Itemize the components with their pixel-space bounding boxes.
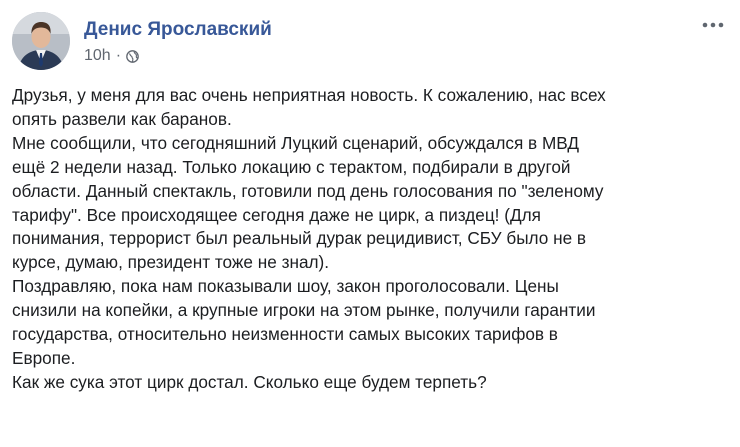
author-name[interactable]: Денис Ярославский <box>84 19 272 41</box>
meta-separator: · <box>115 47 122 64</box>
post-text-line: снизили на копейки, а крупные игроки на … <box>12 300 596 321</box>
more-options-button[interactable] <box>698 14 728 36</box>
post-text-line: курсе, думаю, президент тоже не знал). <box>12 252 330 273</box>
post-text: Друзья, у меня для вас очень неприятная … <box>12 84 732 395</box>
post-header: Денис Ярославский 10h · <box>12 12 728 72</box>
post-text-line: Как же сука этот цирк достал. Сколько ещ… <box>12 371 487 392</box>
post-text-line: понимания, террорист был реальный дурак … <box>12 228 587 249</box>
globe-icon[interactable] <box>126 49 139 63</box>
facebook-post: Денис Ярославский 10h · Друзья, у меня д… <box>0 0 740 447</box>
avatar[interactable] <box>12 12 70 70</box>
post-text-line: Поздравляю, пока нам показывали шоу, зак… <box>12 276 559 297</box>
post-text-line: Европе. <box>12 347 76 368</box>
post-text-line: области. Данный спектакль, готовили под … <box>12 180 604 201</box>
post-text-line: государства, относительно неизменности с… <box>12 324 558 345</box>
more-dots-icon <box>702 22 724 28</box>
post-text-line: тарифу". Все происходящее сегодня даже н… <box>12 204 541 225</box>
post-text-line: Мне сообщили, что сегодняшний Луцкий сце… <box>12 132 579 153</box>
post-text-line: Друзья, у меня для вас очень неприятная … <box>12 85 606 105</box>
avatar-image <box>12 12 70 70</box>
post-timestamp[interactable]: 10h <box>84 47 111 65</box>
post-text-line: опять развели как баранов. <box>12 108 232 129</box>
post-text-line: ещё 2 недели назад. Только локацию с тер… <box>12 156 571 177</box>
post-meta: 10h · <box>84 47 139 65</box>
